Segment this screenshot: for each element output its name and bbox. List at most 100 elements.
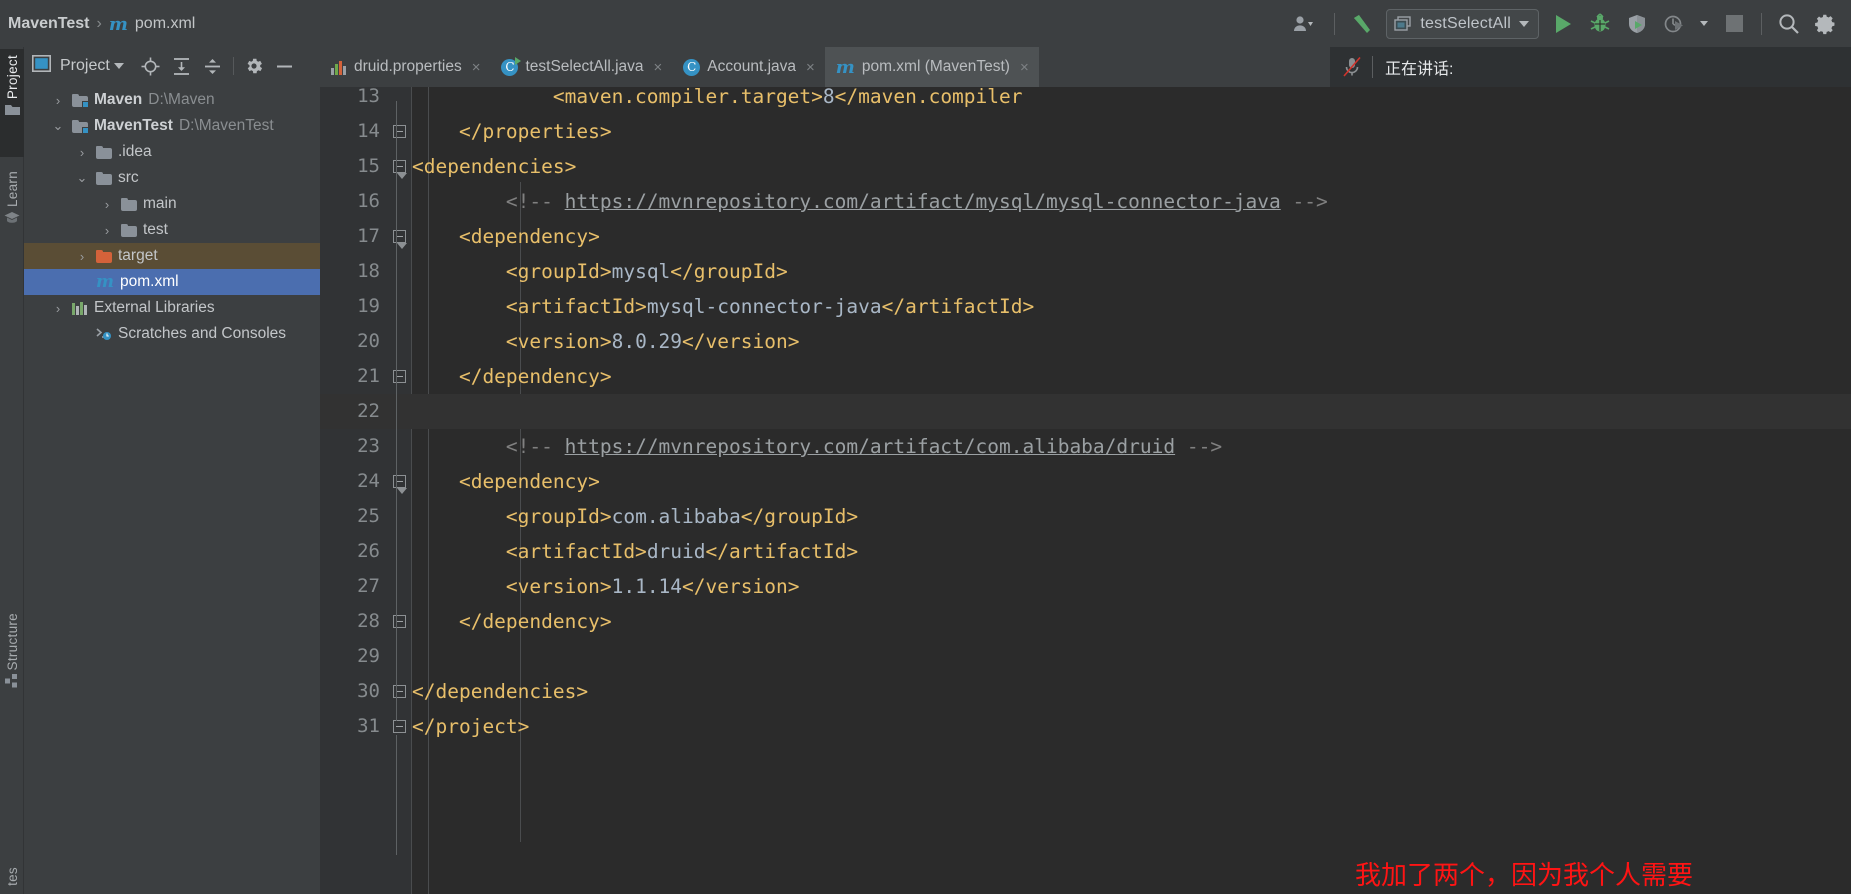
chevron-down-icon[interactable]: ⌄	[74, 170, 90, 186]
tree-item-idea[interactable]: › .idea	[24, 139, 320, 165]
code-line[interactable]: 29	[320, 639, 1851, 674]
code-line[interactable]: 13 <maven.compiler.target>8</maven.compi…	[320, 87, 1851, 114]
chevron-right-icon[interactable]: ›	[50, 93, 66, 108]
code-token: com.alibaba	[611, 505, 741, 528]
fold-collapse-marker[interactable]	[393, 370, 406, 383]
close-icon[interactable]: ×	[654, 59, 663, 76]
code-line[interactable]: 18 <groupId>mysql</groupId>	[320, 254, 1851, 289]
code-token: </dependency>	[412, 610, 612, 633]
tree-item-src[interactable]: ⌄ src	[24, 165, 320, 191]
tree-item-maven[interactable]: › Maven D:\Maven	[24, 87, 320, 113]
editor-tab-pom-xml[interactable]: m pom.xml (MavenTest) ×	[824, 47, 1039, 87]
tree-item-external-libraries[interactable]: › External Libraries	[24, 295, 320, 321]
code-line[interactable]: 27 <version>1.1.14</version>	[320, 569, 1851, 604]
search-button[interactable]	[1772, 7, 1806, 41]
fold-collapse-marker[interactable]	[393, 685, 406, 698]
code-line[interactable]: 14 </properties>	[320, 114, 1851, 149]
chevron-right-icon[interactable]: ›	[99, 197, 115, 212]
run-with-coverage-button[interactable]	[1620, 7, 1654, 41]
breadcrumb-project[interactable]: MavenTest	[8, 15, 90, 33]
module-icon	[72, 119, 89, 134]
close-icon[interactable]: ×	[1020, 59, 1029, 76]
fold-expand-marker[interactable]	[393, 475, 407, 494]
code-line[interactable]: 31 </project>	[320, 709, 1851, 744]
rail-item-project-label: Project	[4, 55, 20, 100]
rail-item-learn[interactable]: Learn	[0, 165, 24, 261]
code-line[interactable]: 21 </dependency>	[320, 359, 1851, 394]
code-line[interactable]: 30 </dependencies>	[320, 674, 1851, 709]
close-icon[interactable]: ×	[806, 59, 815, 76]
tree-item-label: test	[143, 221, 168, 238]
code-line[interactable]: 19 <artifactId>mysql-connector-java</art…	[320, 289, 1851, 324]
code-link[interactable]: https://mvnrepository.com/artifact/mysql…	[565, 190, 1281, 213]
fold-collapse-marker[interactable]	[393, 125, 406, 138]
profiler-dropdown[interactable]	[1694, 7, 1714, 41]
hammer-icon[interactable]	[1345, 7, 1379, 41]
tree-item-maventest[interactable]: ⌄ MavenTest D:\MavenTest	[24, 113, 320, 139]
line-text: <dependency>	[412, 464, 600, 499]
tree-item-target[interactable]: › target	[24, 243, 320, 269]
code-editor[interactable]: 13 <maven.compiler.target>8</maven.compi…	[320, 87, 1851, 894]
editor-tab-testselectall-java[interactable]: C testSelectAll.java ×	[490, 47, 672, 87]
code-line[interactable]: 15 <dependencies>	[320, 149, 1851, 184]
fold-collapse-marker[interactable]	[393, 720, 406, 733]
chevron-down-icon[interactable]	[113, 63, 124, 69]
fold-collapse-marker[interactable]	[393, 615, 406, 628]
close-icon[interactable]: ×	[472, 59, 481, 76]
code-line[interactable]: 23 <!-- https://mvnrepository.com/artifa…	[320, 429, 1851, 464]
code-line[interactable]: 25 <groupId>com.alibaba</groupId>	[320, 499, 1851, 534]
fold-expand-marker[interactable]	[393, 160, 407, 179]
chevron-right-icon[interactable]: ›	[74, 249, 90, 264]
collapse-all-button[interactable]	[199, 53, 227, 79]
line-text: <dependencies>	[412, 149, 576, 184]
tree-item-label: target	[118, 247, 158, 264]
toolbar-divider	[1334, 12, 1336, 35]
run-button[interactable]	[1546, 7, 1580, 41]
gear-icon	[1815, 14, 1835, 34]
chevron-right-icon[interactable]: ›	[99, 223, 115, 238]
debug-icon	[1590, 12, 1610, 31]
stop-button[interactable]	[1717, 7, 1751, 41]
search-icon	[1779, 13, 1799, 34]
code-link[interactable]: https://mvnrepository.com/artifact/com.a…	[565, 435, 1175, 458]
chevron-down-icon[interactable]	[1519, 20, 1529, 27]
code-line[interactable]: 20 <version>8.0.29</version>	[320, 324, 1851, 359]
tree-item-scratches[interactable]: Scratches and Consoles	[24, 321, 320, 347]
code-line[interactable]: 22	[320, 394, 1851, 429]
hide-panel-button[interactable]	[271, 53, 299, 79]
chevron-down-icon[interactable]: ⌄	[50, 118, 66, 134]
user-icon[interactable]	[1282, 7, 1324, 41]
tree-item-pom-xml[interactable]: m pom.xml	[24, 269, 320, 295]
tree-item-test[interactable]: › test	[24, 217, 320, 243]
code-line[interactable]: 26 <artifactId>druid</artifactId>	[320, 534, 1851, 569]
code-token: </maven.compiler	[834, 87, 1023, 108]
code-token: </version>	[682, 575, 800, 598]
rail-item-favorites[interactable]: tes	[0, 867, 24, 894]
minimize-icon	[277, 65, 293, 67]
breadcrumb-file[interactable]: pom.xml	[135, 15, 195, 33]
mic-muted-icon[interactable]	[1342, 56, 1362, 78]
chevron-right-icon[interactable]: ›	[50, 301, 66, 316]
chevron-right-icon[interactable]: ›	[74, 145, 90, 160]
run-configuration-selector[interactable]: testSelectAll	[1386, 8, 1539, 39]
code-line[interactable]: 24 <dependency>	[320, 464, 1851, 499]
code-line[interactable]: 16 <!-- https://mvnrepository.com/artifa…	[320, 184, 1851, 219]
breadcrumb-separator: ›	[96, 15, 102, 32]
fold-expand-marker[interactable]	[393, 230, 407, 249]
settings-button[interactable]	[1809, 7, 1843, 41]
expand-all-button[interactable]	[168, 53, 196, 79]
debug-button[interactable]	[1583, 7, 1617, 41]
rail-item-project[interactable]: Project	[0, 49, 24, 157]
editor-tab-druid-properties[interactable]: druid.properties ×	[320, 47, 490, 87]
project-tree[interactable]: › Maven D:\Maven ⌄ MavenTest D:\MavenTes…	[24, 85, 320, 347]
locate-file-button[interactable]	[137, 53, 165, 79]
rail-item-structure[interactable]: Structure	[0, 607, 24, 739]
code-line[interactable]: 17 <dependency>	[320, 219, 1851, 254]
code-content[interactable]: 13 <maven.compiler.target>8</maven.compi…	[320, 87, 1851, 894]
code-line[interactable]: 28 </dependency>	[320, 604, 1851, 639]
code-token: <dependency>	[412, 470, 600, 493]
editor-tab-account-java[interactable]: C Account.java ×	[672, 47, 825, 87]
project-settings-button[interactable]	[240, 53, 268, 79]
profiler-button[interactable]	[1657, 7, 1691, 41]
tree-item-main[interactable]: › main	[24, 191, 320, 217]
